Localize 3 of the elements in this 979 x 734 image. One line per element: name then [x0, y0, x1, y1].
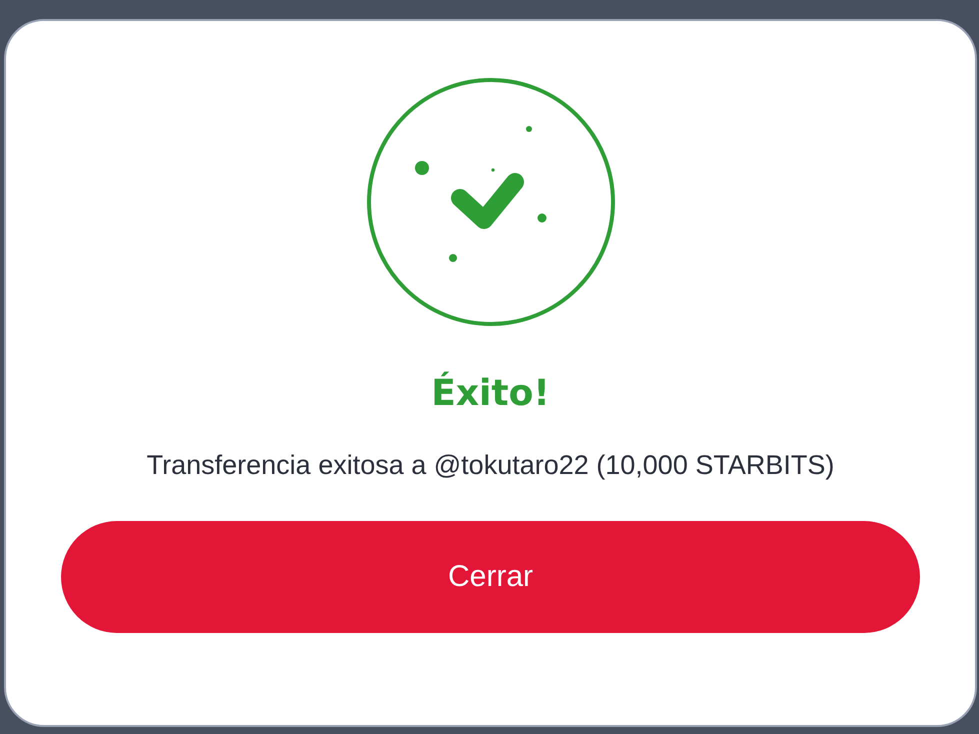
- dialog-title: Éxito!: [431, 373, 550, 414]
- close-button[interactable]: Cerrar: [61, 521, 920, 633]
- dialog-message: Transferencia exitosa a @tokutaro22 (10,000 STARBITS): [146, 449, 836, 482]
